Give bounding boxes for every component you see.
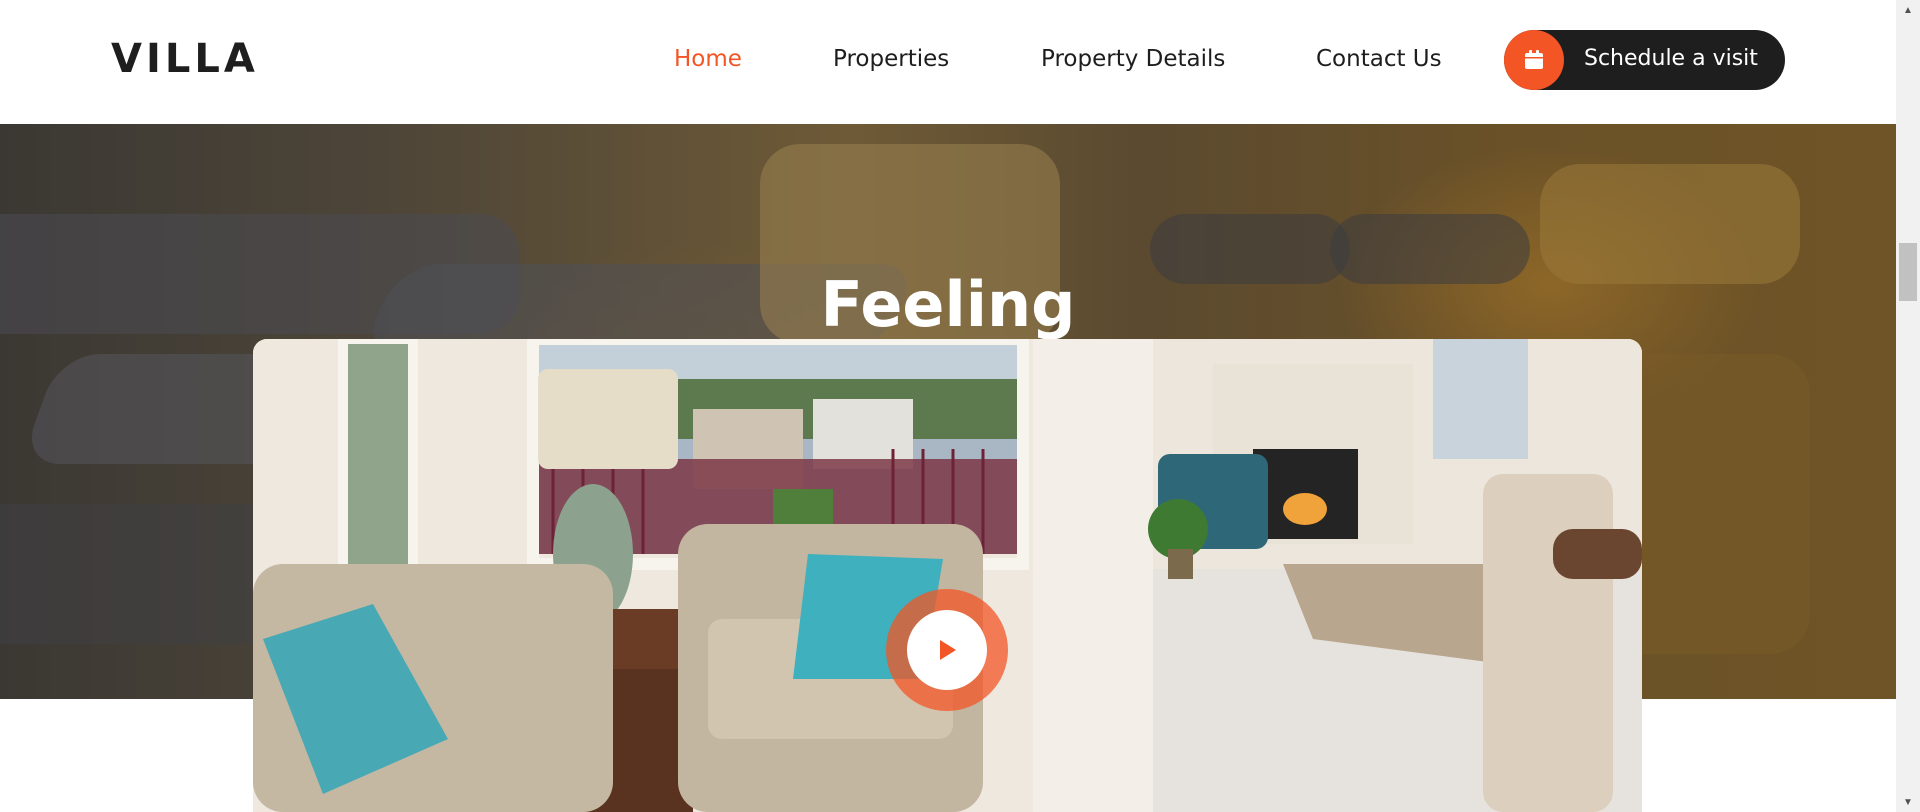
scroll-up-arrow-icon[interactable]: ▲: [1896, 0, 1920, 20]
site-header: VILLA Home Properties Property Details C…: [0, 0, 1896, 124]
nav-home[interactable]: Home: [674, 46, 742, 72]
nav-contact-us[interactable]: Contact Us: [1316, 46, 1442, 72]
nav-properties[interactable]: Properties: [833, 46, 949, 72]
play-icon: [907, 610, 987, 690]
hero-title: Feeling: [820, 268, 1076, 341]
page-scrollbar[interactable]: ▲ ▼: [1896, 0, 1920, 812]
scrollbar-thumb[interactable]: [1899, 243, 1917, 301]
play-video-button[interactable]: [886, 589, 1008, 711]
schedule-visit-button[interactable]: Schedule a visit: [1504, 30, 1785, 90]
living-room-image: [253, 339, 1642, 812]
scroll-down-arrow-icon[interactable]: ▼: [1896, 792, 1920, 812]
schedule-visit-label: Schedule a visit: [1584, 46, 1758, 71]
calendar-icon: [1504, 30, 1564, 90]
nav-property-details[interactable]: Property Details: [1041, 46, 1225, 72]
site-logo[interactable]: VILLA: [111, 36, 259, 82]
video-thumbnail[interactable]: [253, 339, 1642, 812]
